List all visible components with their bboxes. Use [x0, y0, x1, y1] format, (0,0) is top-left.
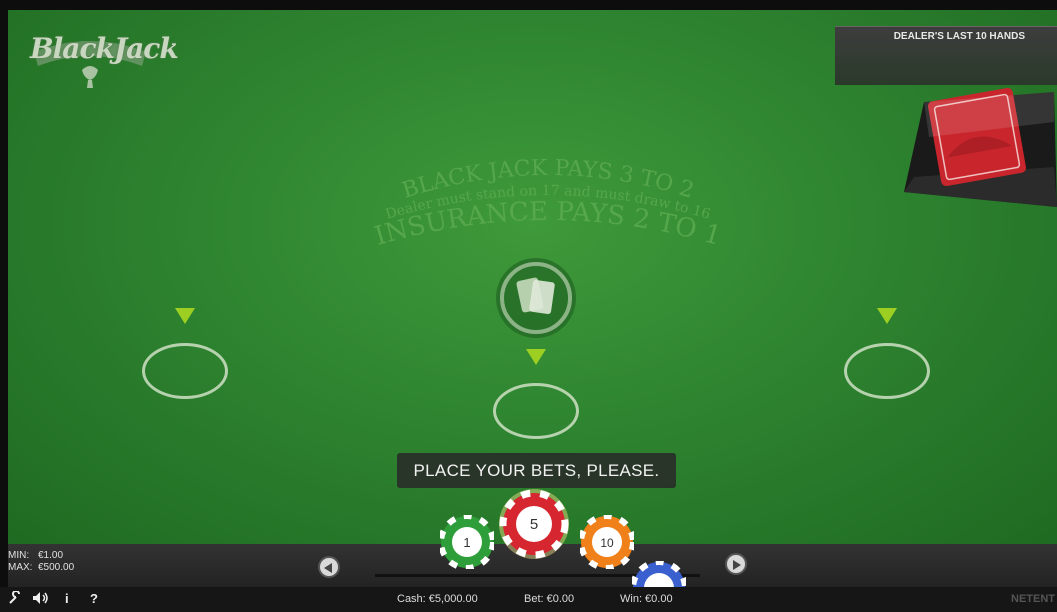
status-bar: i ? Cash: €5,000.00 Bet: €0.00 Win: €0.0… [0, 587, 1057, 612]
chips-previous-button[interactable] [318, 556, 340, 578]
bet-spot-right[interactable] [844, 343, 930, 399]
bet-spot-center-arrow-icon [526, 349, 546, 365]
chip-10-label: 10 [600, 536, 614, 550]
max-value: €500.00 [38, 562, 75, 573]
chip-5[interactable]: 5 [498, 488, 570, 560]
logo-text: BlackJack [30, 32, 179, 65]
chip-1-label: 1 [463, 535, 470, 550]
place-bets-message: PLACE YOUR BETS, PLEASE. [397, 453, 676, 488]
chip-1[interactable]: 1 [440, 515, 494, 569]
dealer-history-panel[interactable]: DEALER'S LAST 10 HANDS [835, 26, 1057, 85]
blackjack-table: BlackJack BLACK JACK PAYS 3 TO 2 Dealer … [8, 10, 1057, 544]
info-button[interactable]: i [65, 591, 69, 606]
bet-spot-left-arrow-icon [175, 308, 195, 324]
card-shoe-icon [904, 87, 1057, 207]
table-rules-text: BLACK JACK PAYS 3 TO 2 Dealer must stand… [371, 156, 724, 252]
win-display: Win: €0.00 [620, 593, 673, 605]
bet-display: Bet: €0.00 [524, 593, 575, 605]
brand-logo: NETENT [1011, 593, 1055, 605]
min-label: MIN: [8, 550, 30, 561]
table-limits: MIN: €1.00 MAX: €500.00 [8, 550, 118, 574]
max-label: MAX: [8, 562, 33, 573]
deal-cards-button[interactable] [495, 257, 577, 339]
help-button[interactable]: ? [90, 591, 98, 606]
speaker-icon[interactable] [32, 591, 50, 608]
cash-display: Cash: €5,000.00 [397, 593, 478, 605]
blackjack-logo: BlackJack [30, 22, 179, 90]
chip-5-label: 5 [530, 516, 538, 533]
wrench-icon[interactable] [8, 590, 22, 608]
min-value: €1.00 [38, 550, 64, 561]
chips-next-button[interactable] [725, 553, 747, 575]
chip-10[interactable]: 10 [580, 515, 634, 569]
bet-spot-right-arrow-icon [877, 308, 897, 324]
chip-partial[interactable] [632, 561, 686, 587]
dealer-history-title: DEALER'S LAST 10 HANDS [893, 31, 1025, 42]
bet-spot-center[interactable] [493, 383, 579, 439]
bet-spot-left[interactable] [142, 343, 228, 399]
